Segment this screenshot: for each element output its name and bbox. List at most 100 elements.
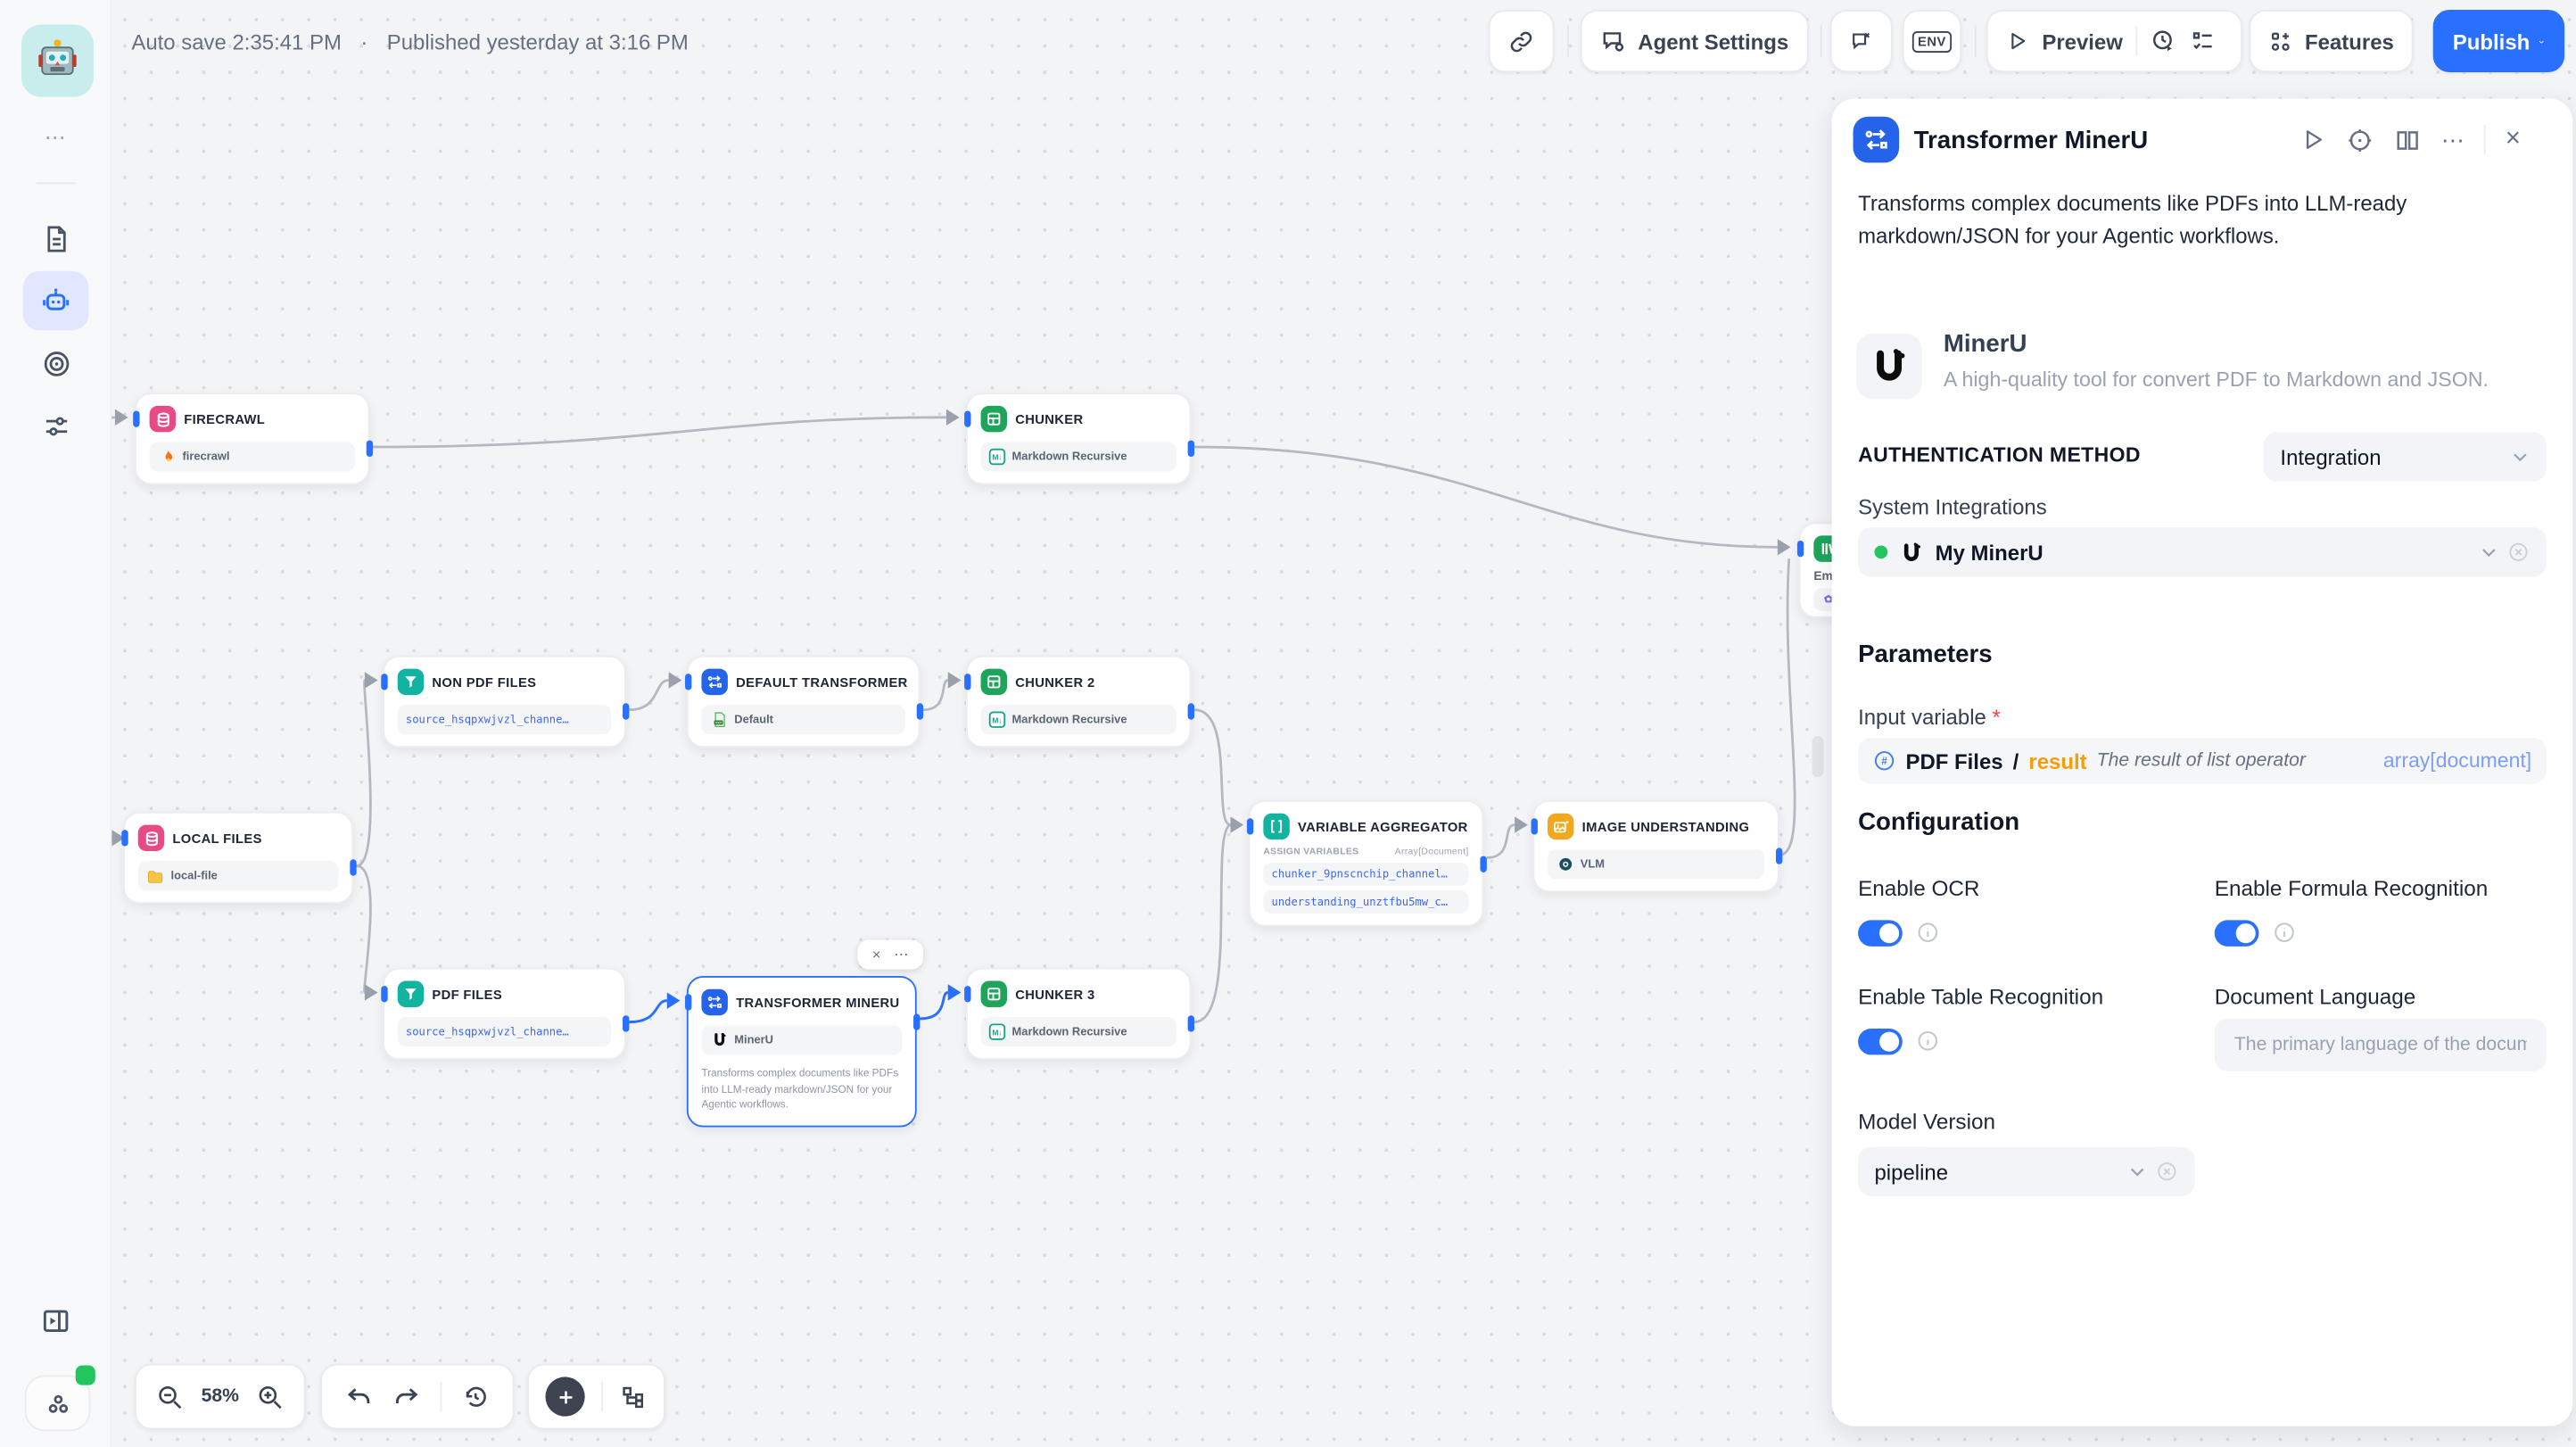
- output-port[interactable]: [1480, 856, 1486, 872]
- input-port[interactable]: [132, 410, 138, 426]
- configuration-heading: Configuration: [1858, 808, 2019, 836]
- preview-group: Preview: [1986, 10, 2242, 72]
- enable-formula-toggle[interactable]: [2215, 920, 2259, 946]
- zoom-out-icon[interactable]: [156, 1383, 184, 1410]
- chevron-down-icon: [2127, 1162, 2147, 1181]
- node-tool-row[interactable]: local-file: [138, 861, 339, 890]
- output-port[interactable]: [1775, 848, 1781, 864]
- split-view-icon[interactable]: [2394, 126, 2422, 153]
- output-port[interactable]: [1187, 441, 1193, 457]
- input-variable-field[interactable]: # PDF Files / result The result of list …: [1858, 738, 2547, 784]
- markdown-icon: M↓: [989, 449, 1005, 465]
- auth-method-dropdown[interactable]: Integration: [2264, 432, 2547, 481]
- input-port[interactable]: [684, 994, 690, 1010]
- node-default-transformer[interactable]: DEFAULT TRANSFORMER TXT Default: [687, 656, 921, 748]
- enable-table-toggle[interactable]: [1858, 1029, 1903, 1054]
- node-variable-aggregator[interactable]: VARIABLE AGGREGATOR ASSIGN VARIABLES Arr…: [1249, 800, 1483, 927]
- node-tool-row[interactable]: MinerU: [701, 1025, 902, 1054]
- node-non-pdf-files[interactable]: NON PDF FILES source_hsqpxwjvzl_channe…: [383, 656, 626, 748]
- redo-icon[interactable]: [392, 1383, 420, 1410]
- copy-link-button[interactable]: [1489, 10, 1555, 72]
- zoom-in-icon[interactable]: [256, 1383, 284, 1410]
- node-variable-label: understanding_unztfbu5mw_c…: [1272, 896, 1448, 909]
- sidebar-item-documents[interactable]: [23, 209, 89, 268]
- run-node-icon[interactable]: [2300, 127, 2326, 153]
- node-title: CHUNKER 2: [1015, 674, 1094, 690]
- node-firecrawl[interactable]: FIRECRAWL firecrawl: [135, 393, 369, 484]
- preview-button[interactable]: Preview: [2042, 29, 2123, 54]
- output-port[interactable]: [1187, 1015, 1193, 1031]
- sidebar-item-targets[interactable]: [23, 334, 89, 393]
- chunker-icon: [981, 981, 1007, 1007]
- panel-scrollbar[interactable]: [1812, 736, 1824, 777]
- output-port[interactable]: [622, 703, 628, 719]
- node-chunker-3[interactable]: CHUNKER 3 M↓ Markdown Recursive: [966, 968, 1191, 1060]
- node-strategy-row[interactable]: M↓ Markdown Recursive: [981, 442, 1177, 471]
- node-chunker-2[interactable]: CHUNKER 2 M↓ Markdown Recursive: [966, 656, 1191, 748]
- node-strategy-row[interactable]: M↓ Markdown Recursive: [981, 1017, 1177, 1046]
- panel-more-icon[interactable]: ⋯: [2441, 126, 2465, 153]
- node-variable-row[interactable]: source_hsqpxwjvzl_channe…: [398, 705, 611, 734]
- delete-node-icon[interactable]: ×: [872, 947, 881, 963]
- output-port[interactable]: [1187, 703, 1193, 719]
- clear-icon[interactable]: [2507, 541, 2531, 564]
- input-port[interactable]: [1796, 541, 1803, 557]
- divider: [601, 1382, 603, 1411]
- node-strategy-row[interactable]: M↓ Markdown Recursive: [981, 705, 1177, 734]
- input-port[interactable]: [963, 986, 970, 1002]
- input-port[interactable]: [963, 674, 970, 690]
- chat-variables-button[interactable]: [1830, 10, 1893, 72]
- input-port[interactable]: [1246, 818, 1252, 834]
- model-version-dropdown[interactable]: pipeline: [1858, 1147, 2195, 1196]
- environment-variables-button[interactable]: ENV: [1903, 10, 1961, 72]
- sidebar-item-agent-builder[interactable]: [23, 271, 89, 330]
- app-avatar[interactable]: [21, 25, 94, 97]
- integration-select[interactable]: My MinerU: [1858, 527, 2547, 576]
- enable-ocr-toggle[interactable]: [1858, 920, 1903, 946]
- node-pdf-files[interactable]: PDF FILES source_hsqpxwjvzl_channe…: [383, 968, 626, 1060]
- node-model-row[interactable]: VLM: [1548, 849, 1764, 879]
- features-button[interactable]: Features: [2249, 10, 2414, 72]
- node-local-files[interactable]: LOCAL FILES local-file: [123, 812, 353, 904]
- node-tool-row[interactable]: TXT Default: [701, 705, 904, 734]
- output-port[interactable]: [916, 703, 922, 719]
- run-history-icon[interactable]: [2151, 28, 2176, 54]
- node-chunker[interactable]: CHUNKER M↓ Markdown Recursive: [966, 393, 1191, 484]
- agent-settings-button[interactable]: Agent Settings: [1581, 10, 1809, 72]
- output-port[interactable]: [349, 859, 355, 875]
- node-tool-row[interactable]: firecrawl: [150, 442, 355, 471]
- zoom-toolbar: 58%: [135, 1364, 306, 1430]
- undo-icon[interactable]: [345, 1383, 373, 1410]
- input-port[interactable]: [380, 986, 386, 1002]
- document-language-input[interactable]: [2215, 1019, 2547, 1071]
- output-port[interactable]: [366, 441, 372, 457]
- node-tool-label: local-file: [171, 870, 218, 881]
- input-port[interactable]: [1531, 818, 1537, 834]
- locate-node-icon[interactable]: [2346, 126, 2374, 153]
- collapse-panel-button[interactable]: [23, 1292, 89, 1351]
- clear-icon[interactable]: [2155, 1160, 2178, 1183]
- node-variable-row[interactable]: chunker_9pnscnchip_channel…: [1263, 863, 1468, 886]
- sidebar-more-icon[interactable]: ⋯: [0, 125, 111, 151]
- input-port[interactable]: [380, 674, 386, 690]
- sidebar-item-settings[interactable]: [23, 396, 89, 455]
- input-port[interactable]: [684, 674, 690, 690]
- output-port[interactable]: [912, 1013, 919, 1029]
- output-port[interactable]: [622, 1015, 628, 1031]
- node-transformer-mineru[interactable]: TRANSFORMER MINERU MinerU Transforms com…: [687, 976, 917, 1127]
- change-history-icon[interactable]: [462, 1383, 490, 1410]
- plus-icon: [555, 1386, 576, 1408]
- node-image-understanding[interactable]: IMAGE UNDERSTANDING VLM: [1532, 800, 1779, 892]
- add-node-button[interactable]: [545, 1377, 584, 1416]
- input-port[interactable]: [120, 830, 127, 846]
- node-config-panel: Transformer MinerU ⋯ × Transforms comple…: [1832, 99, 2573, 1426]
- node-more-icon[interactable]: ⋯: [894, 946, 909, 963]
- node-variable-row[interactable]: understanding_unztfbu5mw_c…: [1263, 890, 1468, 914]
- checklist-icon[interactable]: [2190, 28, 2216, 54]
- close-panel-icon[interactable]: ×: [2506, 128, 2521, 152]
- input-port[interactable]: [963, 410, 970, 426]
- organize-nodes-icon[interactable]: [619, 1383, 647, 1410]
- zoom-level[interactable]: 58%: [202, 1386, 239, 1406]
- publish-button[interactable]: Publish: [2433, 10, 2564, 72]
- node-variable-row[interactable]: source_hsqpxwjvzl_channe…: [398, 1017, 611, 1046]
